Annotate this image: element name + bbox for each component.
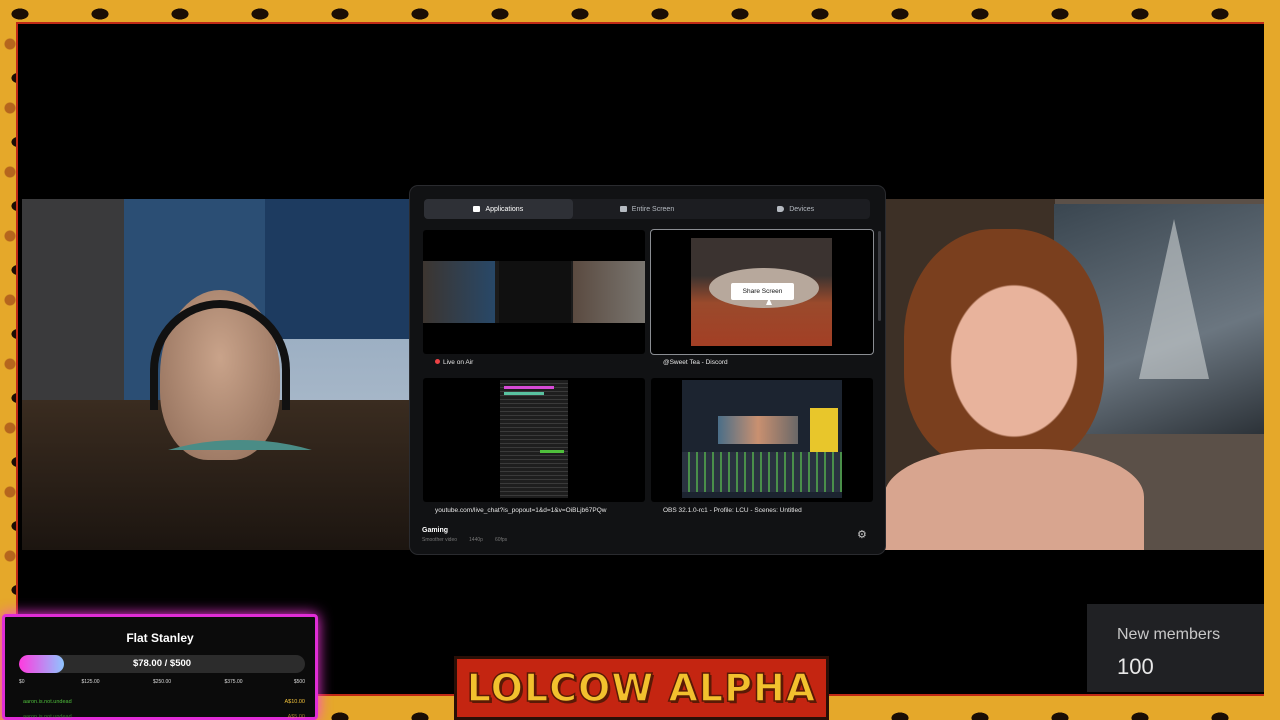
- goal-progress-bar: $78.00 / $500: [19, 655, 305, 673]
- donor-name: aaron.is.not.undead: [23, 714, 72, 720]
- share-screen-dialog: Applications Entire Screen Devices Live …: [410, 186, 885, 554]
- source-label: OBS 32.1.0-rc1 - Profile: LCU - Scenes: …: [663, 507, 802, 514]
- source-tabs: Applications Entire Screen Devices: [424, 199, 870, 219]
- quality-title: Gaming: [422, 527, 449, 534]
- monitor-icon: [619, 206, 627, 212]
- share-screen-button[interactable]: Share Screen: [731, 283, 794, 300]
- obs-preview: [682, 380, 842, 498]
- donor-name: aaron.is.not.undead: [23, 699, 72, 705]
- source-thumbnail: [651, 378, 873, 502]
- donor-row: aaron.is.not.undead A$10.00: [23, 699, 305, 705]
- source-label: Live on Air: [435, 359, 473, 366]
- source-label: youtube.com/live_chat?is_popout=1&d=1&v=…: [435, 507, 607, 514]
- live-icon: [435, 359, 440, 364]
- goal-tick-label: $250.00: [152, 679, 172, 685]
- quality-resolution: 1440p: [469, 537, 483, 543]
- source-tile-youtube-chat[interactable]: youtube.com/live_chat?is_popout=1&d=1&v=…: [423, 378, 645, 516]
- quality-subtitle: Smoother video: [422, 537, 458, 543]
- goal-amount: $78.00 / $500: [132, 658, 192, 669]
- new-members-title: New members: [1117, 626, 1221, 643]
- tab-devices[interactable]: Devices: [721, 199, 870, 219]
- source-thumbnail: Share Screen: [650, 229, 874, 355]
- camera-icon: [777, 206, 785, 212]
- quality-details: Smoother video 1440p 60fps: [422, 537, 507, 543]
- goal-title: Flat Stanley: [126, 631, 194, 645]
- donor-amount: A$10.00: [284, 699, 306, 705]
- quality-fps: 60fps: [494, 537, 508, 543]
- chat-preview: [500, 380, 568, 498]
- channel-logo: LOLCOW ALPHA: [454, 656, 829, 720]
- tab-applications[interactable]: Applications: [424, 199, 573, 219]
- logo-text: LOLCOW ALPHA: [466, 665, 817, 711]
- tab-label: Applications: [485, 205, 524, 213]
- source-tile-obs[interactable]: OBS 32.1.0-rc1 - Profile: LCU - Scenes: …: [651, 378, 873, 516]
- source-thumbnail: [423, 230, 645, 354]
- tab-label: Entire Screen: [631, 205, 675, 213]
- source-label-text: Live on Air: [443, 359, 474, 366]
- scrollbar[interactable]: [878, 231, 881, 321]
- streamer-woman-body: [884, 449, 1144, 550]
- sail-shape: [1139, 219, 1209, 379]
- new-members-widget: New members 100: [1087, 604, 1264, 692]
- cursor-icon: [766, 298, 772, 305]
- new-members-count: 100: [1117, 654, 1154, 679]
- tab-label: Devices: [789, 205, 815, 213]
- window-icon: [473, 206, 481, 212]
- source-tile-live-on-air[interactable]: Live on Air: [423, 230, 645, 368]
- goal-tick-label: $125.00: [81, 679, 100, 685]
- donation-goal-widget: Flat Stanley $78.00 / $500 $0 $125.00 $250…: [2, 614, 318, 720]
- goal-tick-label: $375.00: [224, 679, 243, 685]
- thumb-content: [423, 261, 645, 323]
- source-thumbnail: [423, 378, 645, 502]
- source-label: @Sweet Tea - Discord: [663, 359, 728, 366]
- gear-icon[interactable]: ⚙: [857, 529, 869, 541]
- streamer-woman: [904, 229, 1104, 469]
- donor-amount: A$5.00: [287, 714, 305, 720]
- source-tile-discord[interactable]: Share Screen @Sweet Tea - Discord: [650, 229, 874, 368]
- goal-tick-label: $0: [19, 679, 25, 685]
- webcam-right: [884, 199, 1264, 550]
- stream-quality[interactable]: Gaming Smoother video 1440p 60fps: [422, 527, 507, 543]
- goal-tick-label: $500: [293, 679, 305, 685]
- donor-row: aaron.is.not.undead A$5.00: [23, 714, 305, 720]
- tab-entire-screen[interactable]: Entire Screen: [573, 199, 722, 219]
